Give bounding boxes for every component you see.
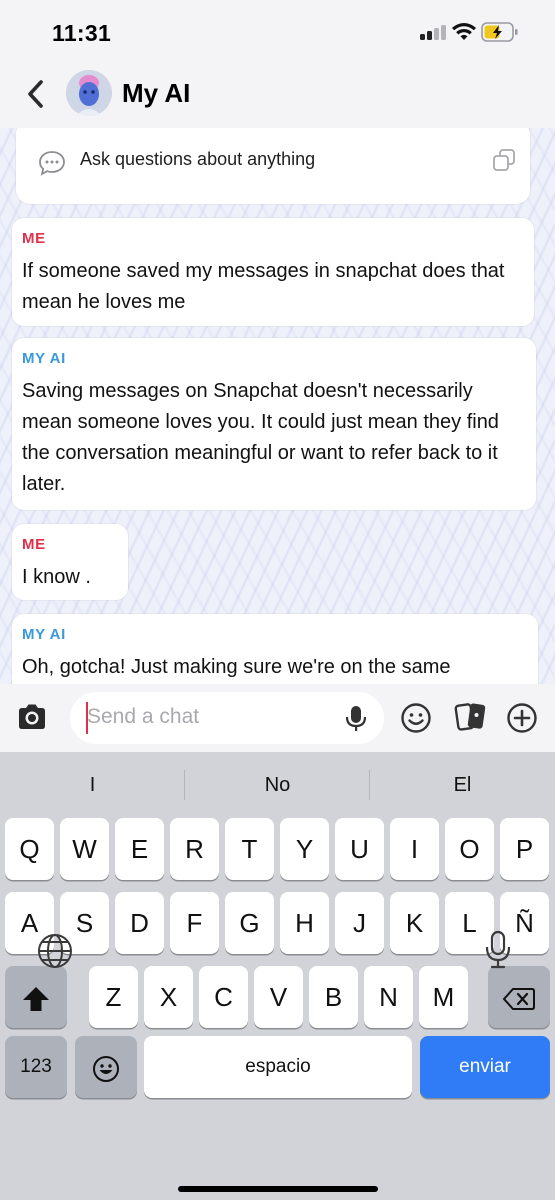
key-c[interactable]: C: [199, 966, 248, 1028]
suggestion-item[interactable]: I: [0, 774, 185, 797]
key-u[interactable]: U: [335, 818, 384, 880]
emoji-keyboard-icon: [93, 1056, 119, 1083]
message-sender: MY AI: [22, 350, 66, 367]
key-n[interactable]: N: [364, 966, 413, 1028]
backspace-icon: [502, 988, 535, 1011]
suggestion-item[interactable]: El: [370, 774, 555, 797]
message-card[interactable]: ME If someone saved my messages in snapc…: [12, 218, 534, 326]
key-p[interactable]: P: [500, 818, 549, 880]
chat-bubble-icon: [39, 151, 65, 176]
message-sender: ME: [22, 536, 46, 553]
suggestion-bar: I No El: [0, 752, 555, 818]
chat-header: My AI: [0, 62, 555, 128]
key-e[interactable]: E: [115, 818, 164, 880]
message-card[interactable]: ME I know .: [12, 524, 128, 600]
key-v[interactable]: V: [254, 966, 303, 1028]
camera-icon[interactable]: [16, 702, 48, 732]
key-j[interactable]: J: [335, 892, 384, 954]
copy-icon[interactable]: [492, 148, 516, 172]
chat-input-placeholder: Send a chat: [87, 705, 200, 728]
message-sender: ME: [22, 230, 46, 247]
key-h[interactable]: H: [280, 892, 329, 954]
message-text: I know .: [22, 566, 91, 588]
shift-icon: [23, 987, 49, 1012]
keyboard: I No El Q W E R T Y U I O P A S D F G H …: [0, 752, 555, 1200]
key-r[interactable]: R: [170, 818, 219, 880]
key-w[interactable]: W: [60, 818, 109, 880]
status-bar: 11:31: [0, 0, 555, 62]
sticker-icon[interactable]: [454, 700, 488, 734]
emoji-key[interactable]: [75, 1036, 137, 1098]
key-x[interactable]: X: [144, 966, 193, 1028]
key-q[interactable]: Q: [5, 818, 54, 880]
key-y[interactable]: Y: [280, 818, 329, 880]
message-text: Oh, gotcha! Just making sure we're on th…: [22, 656, 451, 678]
my-ai-avatar[interactable]: [66, 70, 112, 116]
suggestion-item[interactable]: No: [185, 774, 370, 797]
backspace-key[interactable]: [488, 966, 550, 1028]
battery-icon: [481, 22, 518, 42]
message-card[interactable]: MY AI Saving messages on Snapchat doesn'…: [12, 338, 536, 510]
chat-feed[interactable]: Ask questions about anything ME If someo…: [0, 128, 555, 684]
send-key[interactable]: enviar: [420, 1036, 550, 1098]
message-text: If someone saved my messages in snapchat…: [22, 260, 505, 313]
emoji-icon[interactable]: [400, 702, 432, 734]
status-time: 11:31: [52, 20, 112, 46]
key-m[interactable]: M: [419, 966, 468, 1028]
key-i[interactable]: I: [390, 818, 439, 880]
message-text: Saving messages on Snapchat doesn't nece…: [22, 380, 499, 495]
tip-text: Ask questions about anything: [80, 149, 316, 169]
plus-icon[interactable]: [506, 702, 538, 734]
space-key[interactable]: espacio: [144, 1036, 412, 1098]
wifi-icon: [452, 23, 476, 40]
microphone-icon[interactable]: [344, 704, 368, 734]
chat-composer: Send a chat: [0, 684, 555, 752]
key-f[interactable]: F: [170, 892, 219, 954]
tip-card: Ask questions about anything: [16, 128, 530, 204]
key-z[interactable]: Z: [89, 966, 138, 1028]
key-b[interactable]: B: [309, 966, 358, 1028]
cellular-signal-icon: [420, 24, 446, 40]
key-k[interactable]: K: [390, 892, 439, 954]
key-d[interactable]: D: [115, 892, 164, 954]
message-sender: MY AI: [22, 626, 66, 643]
dictation-mic-icon[interactable]: [484, 930, 512, 970]
key-o[interactable]: O: [445, 818, 494, 880]
key-g[interactable]: G: [225, 892, 274, 954]
message-card[interactable]: MY AI Oh, gotcha! Just making sure we're…: [12, 614, 538, 684]
shift-key[interactable]: [5, 966, 67, 1028]
back-chevron-icon[interactable]: [22, 78, 50, 110]
chat-title[interactable]: My AI: [122, 78, 190, 109]
numbers-key[interactable]: 123: [5, 1036, 67, 1098]
home-indicator[interactable]: [178, 1186, 378, 1192]
key-t[interactable]: T: [225, 818, 274, 880]
globe-icon[interactable]: [36, 932, 74, 970]
